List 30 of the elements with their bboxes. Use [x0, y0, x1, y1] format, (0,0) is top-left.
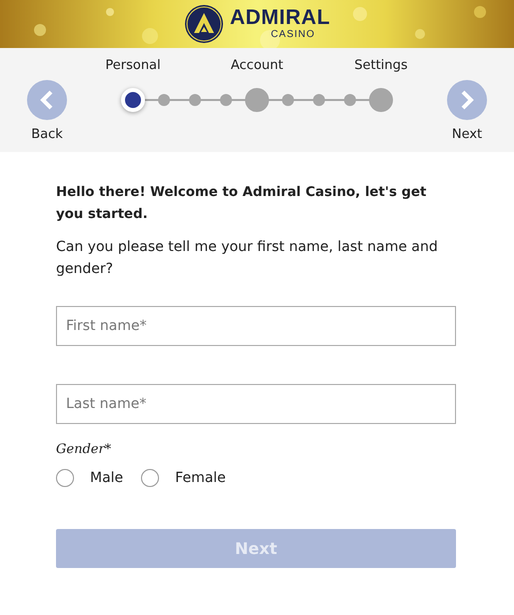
next-label: Next	[452, 127, 482, 142]
input-field[interactable]: First name*	[56, 306, 456, 346]
gender-label: Gender*	[56, 442, 112, 457]
back-label: Back	[31, 127, 63, 142]
radio-button[interactable]	[56, 469, 74, 487]
step-dot[interactable]	[189, 94, 201, 106]
chevron-left-icon	[40, 90, 54, 110]
step-dot[interactable]	[344, 94, 356, 106]
step-label: Personal	[105, 58, 161, 75]
step-dot[interactable]	[313, 94, 325, 106]
step-label: Account	[230, 58, 284, 75]
input-field[interactable]: Last name*	[56, 384, 456, 424]
step-label: Settings	[354, 58, 408, 75]
radio-label[interactable]: Female	[175, 470, 226, 486]
chevron-right-icon	[460, 90, 474, 110]
step-dot[interactable]	[220, 94, 232, 106]
logo-icon	[184, 4, 224, 44]
question-text: Can you please tell me your first name, last name and gender?	[56, 238, 439, 279]
greeting-text: Hello there! Welcome to Admiral Casino, let's get you started.	[56, 184, 428, 224]
back-button[interactable]	[27, 80, 67, 120]
next-arrow-button[interactable]	[447, 80, 487, 120]
logo-name: ADMIRAL	[230, 7, 330, 29]
logo-subtitle: CASINO	[270, 29, 316, 41]
radio-button[interactable]	[141, 469, 160, 487]
radio-label[interactable]: Male	[90, 470, 124, 486]
step-dot[interactable]	[245, 88, 269, 112]
step-dot[interactable]	[158, 94, 170, 106]
step-dot[interactable]	[121, 88, 145, 112]
step-dot[interactable]	[369, 88, 393, 112]
step-dot[interactable]	[282, 94, 294, 106]
